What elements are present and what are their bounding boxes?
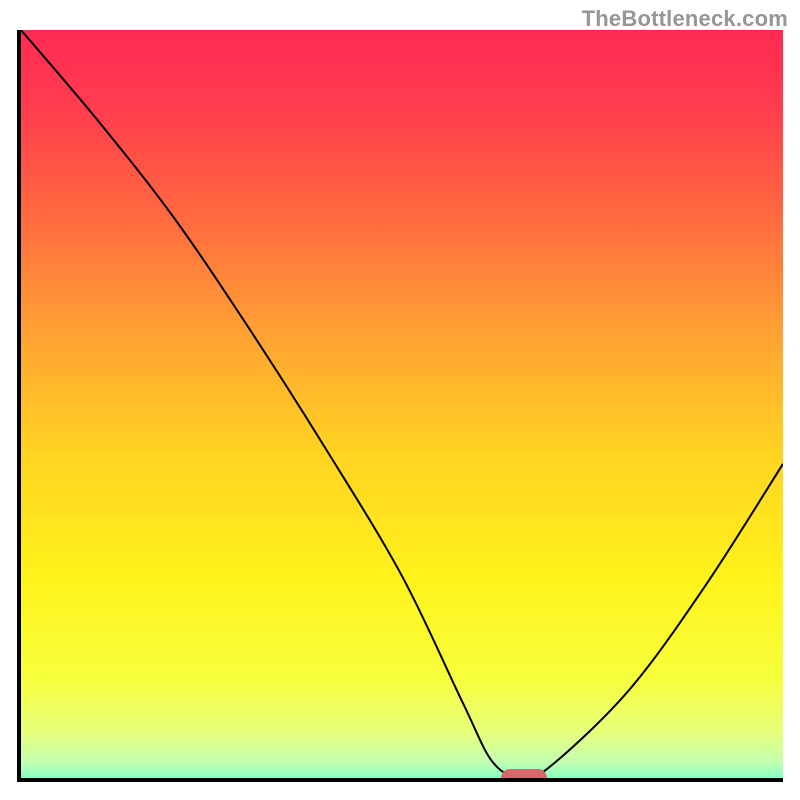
bottleneck-curve xyxy=(21,30,783,778)
optimal-marker xyxy=(501,769,547,782)
attribution-label: TheBottleneck.com xyxy=(582,6,788,32)
chart-container: TheBottleneck.com xyxy=(0,0,800,800)
plot-area xyxy=(17,30,783,782)
